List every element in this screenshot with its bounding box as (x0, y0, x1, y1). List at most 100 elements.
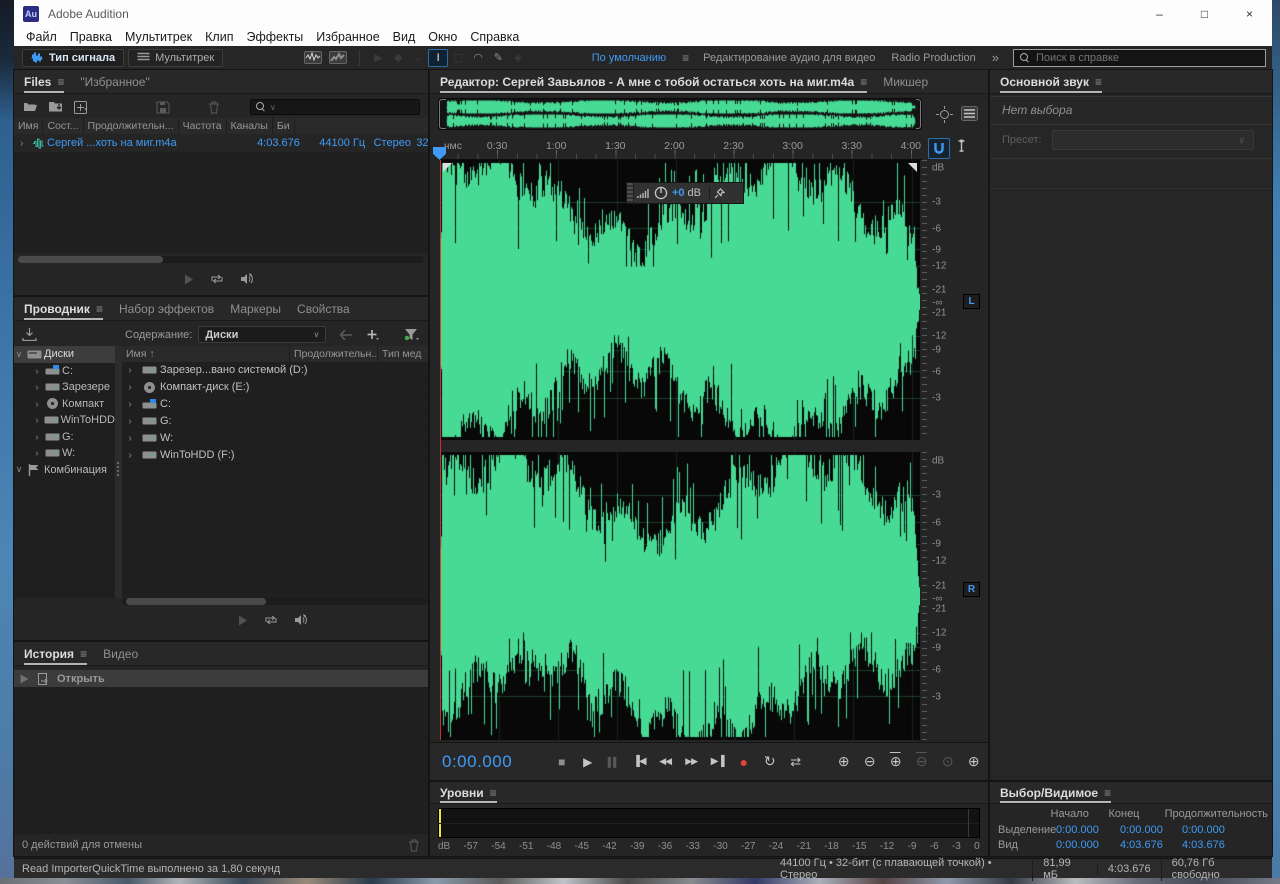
tree-item-wintohdd[interactable]: › WinToHDD (14, 412, 115, 429)
import-tray-icon[interactable] (22, 328, 37, 341)
drive-row-g[interactable]: › G: (122, 413, 428, 430)
overview-left-handle[interactable] (439, 99, 446, 129)
files-search-box[interactable]: ∨ (250, 99, 420, 115)
files-autoplay-speaker-icon[interactable] (240, 273, 255, 285)
tree-expander-icon[interactable]: › (32, 382, 42, 392)
save-icon[interactable] (156, 101, 170, 114)
zoom-navigator-icon[interactable] (936, 106, 953, 123)
tree-item-w-drive[interactable]: › W: (14, 445, 115, 462)
tree-splitter[interactable] (115, 346, 122, 598)
tree-item-reserved[interactable]: › Зарезере (14, 379, 115, 396)
tab-markers[interactable]: Маркеры (230, 297, 281, 320)
spot-healing-tool-icon[interactable]: ◈ (508, 49, 528, 67)
files-search-dropdown-icon[interactable]: ∨ (270, 103, 276, 112)
explorer-play-icon[interactable] (238, 615, 248, 626)
selection-view-menu-icon[interactable]: ≡ (1104, 786, 1111, 800)
tree-expander-icon[interactable]: › (32, 448, 42, 458)
files-column-header[interactable]: Би (273, 118, 295, 134)
menu-item[interactable]: Справка (470, 30, 519, 44)
files-column-header[interactable]: Сост... (43, 118, 83, 134)
tab-video[interactable]: Видео (103, 642, 138, 665)
explorer-loop-icon[interactable] (264, 614, 278, 626)
files-hscrollbar[interactable] (18, 256, 424, 263)
tab-history[interactable]: История≡ (24, 642, 87, 665)
skip-to-end-button[interactable]: ▶▐ (706, 751, 728, 773)
zoom-in-time-button[interactable]: ⊕ (884, 751, 906, 773)
hud-volume-knob-icon[interactable] (652, 186, 670, 200)
add-shortcut-icon[interactable] (366, 329, 379, 341)
selection-duration-value[interactable]: 0:00.000 (1182, 824, 1225, 836)
editor-panel-menu-icon[interactable]: ≡ (860, 75, 867, 89)
waveform-view-icon[interactable] (301, 51, 325, 64)
selection-start-value[interactable]: 0:00.000 (1056, 824, 1120, 836)
files-hscrollbar-thumb[interactable] (18, 256, 163, 263)
spectral-view-icon[interactable] (325, 51, 351, 64)
overview-waveform-canvas[interactable] (446, 99, 916, 129)
skip-to-start-button[interactable]: ▐◀ (628, 751, 650, 773)
tree-expander-icon[interactable]: ∨ (14, 349, 24, 360)
tab-selection-view[interactable]: Выбор/Видимое≡ (1000, 782, 1111, 803)
content-dropdown[interactable]: Диски ∨ (198, 326, 326, 343)
drive-row-e[interactable]: › Компакт-диск (E:) (122, 379, 428, 396)
maximize-button[interactable]: □ (1182, 0, 1227, 28)
explorer-hscrollbar-thumb[interactable] (126, 598, 266, 605)
tree-expander-icon[interactable]: › (32, 399, 42, 409)
hud-gain-value[interactable]: +0 (672, 187, 685, 199)
back-arrow-icon[interactable] (340, 330, 352, 340)
workspace-overflow-chevrons[interactable]: » (992, 50, 999, 65)
slip-tool-icon[interactable]: ↔ (408, 49, 428, 67)
play-button[interactable]: ▶ (576, 751, 598, 773)
menu-item[interactable]: Мультитрек (125, 30, 192, 44)
row-expander-icon[interactable]: › (122, 416, 138, 427)
view-end-value[interactable]: 4:03.676 (1120, 839, 1182, 851)
time-display[interactable]: 0:00.000 (442, 752, 512, 772)
files-column-header[interactable]: Каналы (227, 118, 273, 134)
workspace-audio-for-video[interactable]: Редактирование аудио для видео (703, 52, 875, 64)
menu-item[interactable]: Вид (393, 30, 416, 44)
channel-divider[interactable] (440, 440, 920, 452)
tab-properties[interactable]: Свойства (297, 297, 350, 320)
drive-row-f[interactable]: › WinToHDD (F:) (122, 447, 428, 464)
filter-icon[interactable] (404, 328, 420, 341)
loop-playback-button[interactable]: ↻ (758, 751, 780, 773)
row-expander-icon[interactable]: › (122, 433, 138, 444)
open-file-icon[interactable] (22, 101, 38, 113)
level-meter[interactable] (438, 808, 980, 838)
files-column-header[interactable]: Частота (179, 118, 227, 134)
volume-hud[interactable]: +0 dB (626, 182, 744, 204)
editor-view-options-icon[interactable] (961, 106, 978, 121)
waveform-editor-button[interactable]: Тип сигнала (22, 49, 124, 67)
explorer-col-type[interactable]: Тип мед (378, 346, 428, 362)
tab-editor[interactable]: Редактор: Сергей Завьялов - А мне с тобо… (440, 70, 867, 93)
skip-selection-button[interactable]: ⇄ (784, 751, 806, 773)
menu-item[interactable]: Эффекты (246, 30, 303, 44)
help-search-input[interactable] (1036, 52, 1236, 64)
explorer-panel-menu-icon[interactable]: ≡ (96, 302, 103, 316)
hud-drag-handle[interactable] (627, 183, 634, 203)
view-duration-value[interactable]: 4:03.676 (1182, 839, 1225, 851)
selection-end-value[interactable]: 0:00.000 (1120, 824, 1182, 836)
zoom-to-selection-button[interactable]: ⊕ (962, 751, 984, 773)
waveform-channel-right[interactable] (440, 452, 920, 740)
history-entry-open[interactable]: Открыть (14, 670, 428, 687)
tree-expander-icon[interactable]: › (32, 366, 42, 376)
menu-item[interactable]: Файл (26, 30, 57, 44)
row-expander-icon[interactable]: › (122, 450, 138, 461)
minimize-button[interactable]: – (1137, 0, 1182, 28)
trash-icon[interactable] (208, 101, 220, 114)
menu-item[interactable]: Окно (428, 30, 457, 44)
zoom-out-button[interactable]: ⊖ (858, 751, 880, 773)
brush-selection-tool-icon[interactable]: ✎ (488, 49, 508, 67)
drive-row-c[interactable]: › C: (122, 396, 428, 413)
tab-levels[interactable]: Уровни≡ (440, 782, 497, 803)
pause-button[interactable]: ▌▌ (602, 751, 624, 773)
workspace-menu-icon[interactable]: ≡ (682, 51, 689, 65)
tab-explorer[interactable]: Проводник≡ (24, 297, 103, 320)
file-expander-icon[interactable]: › (14, 138, 30, 149)
explorer-hscrollbar[interactable] (122, 598, 428, 605)
drive-row-w[interactable]: › W: (122, 430, 428, 447)
explorer-col-name[interactable]: Имя ↑ (122, 346, 290, 362)
tree-expander-icon[interactable]: › (32, 415, 42, 425)
zoom-reset-button[interactable]: ⊙ (936, 751, 958, 773)
time-selection-tool-icon[interactable]: I (428, 49, 448, 67)
